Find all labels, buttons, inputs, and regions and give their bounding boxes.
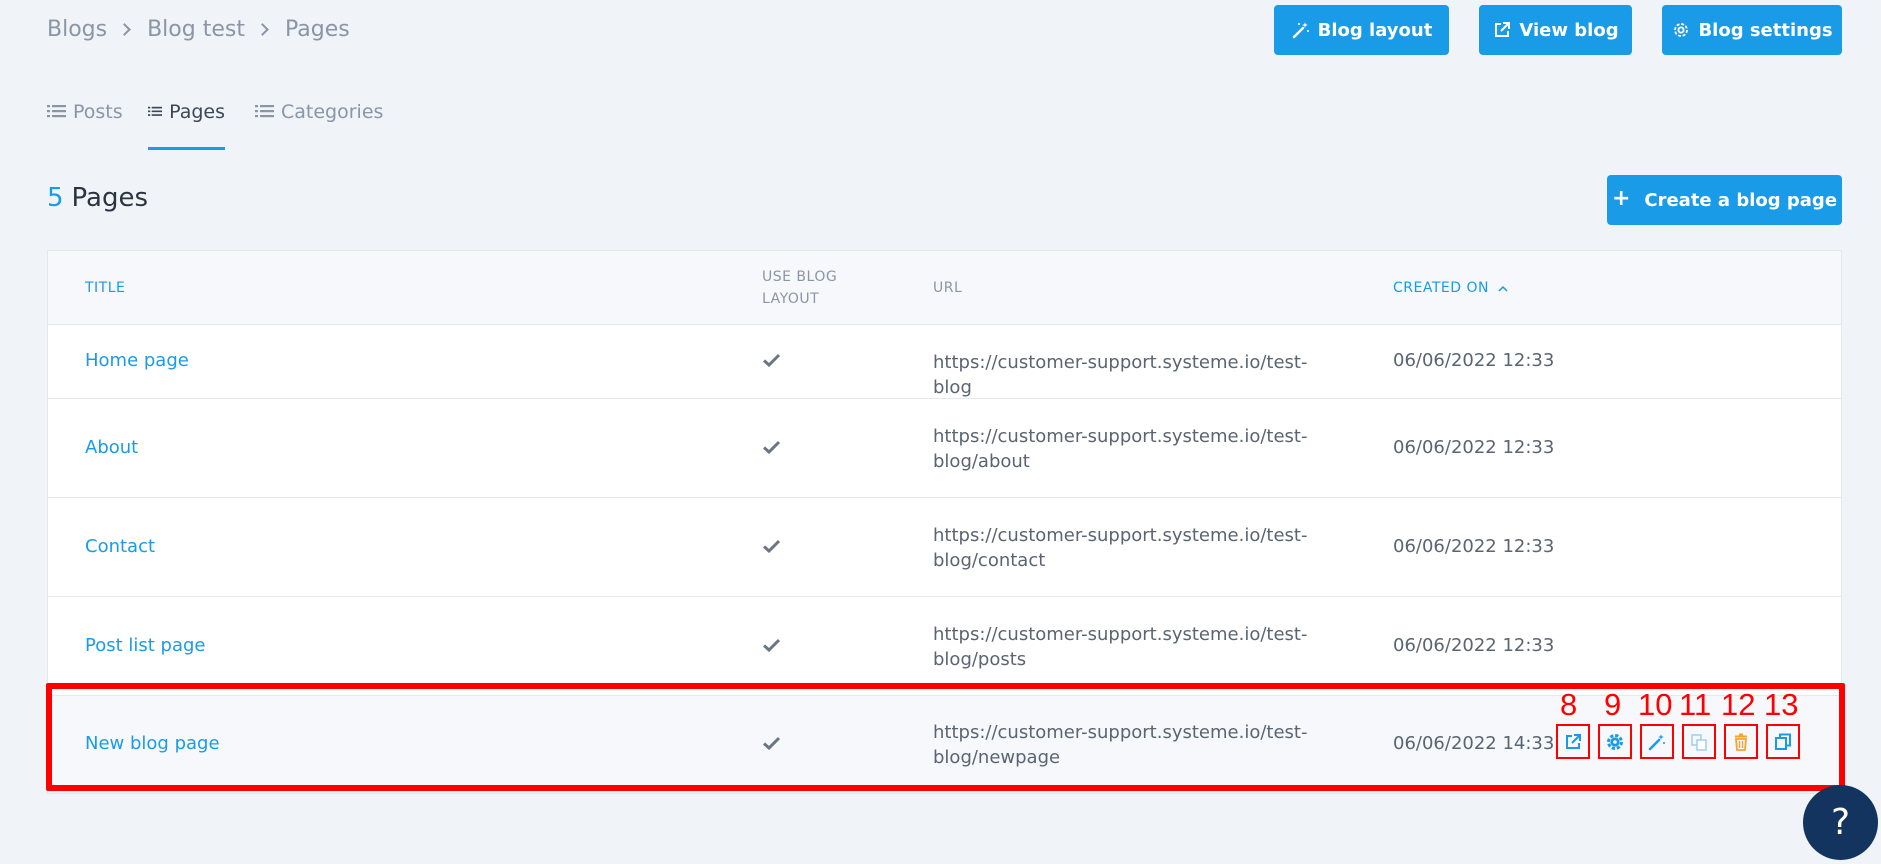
delete-page-button[interactable] <box>1724 724 1758 759</box>
copy-page-button[interactable] <box>1682 724 1716 759</box>
page-count: 5 <box>47 183 64 213</box>
row-created-on: 06/06/2022 14:33 <box>1393 733 1555 754</box>
table-row[interactable]: Contact https://customer-support.systeme… <box>48 498 1841 597</box>
row-url-line2: blog/posts <box>933 649 1027 670</box>
row-title-link[interactable]: New blog page <box>85 733 220 754</box>
checkmark-icon <box>762 537 781 558</box>
column-title[interactable]: TITLE <box>85 277 125 299</box>
breadcrumb: Blogs Blog test Pages <box>47 17 350 42</box>
marker-label: 12 <box>1721 687 1756 722</box>
external-link-icon <box>1495 22 1511 37</box>
column-use-blog-layout-line2: LAYOUT <box>762 291 820 307</box>
table-row[interactable]: Post list page https://customer-support.… <box>48 597 1841 696</box>
blog-settings-label: Blog settings <box>1698 19 1833 41</box>
magic-wand-icon <box>1648 733 1665 750</box>
table-row[interactable]: About https://customer-support.systeme.i… <box>48 399 1841 498</box>
row-created-on: 06/06/2022 12:33 <box>1393 536 1555 557</box>
marker-label: 9 <box>1604 687 1622 722</box>
row-created-on: 06/06/2022 12:33 <box>1393 350 1555 371</box>
open-page-button[interactable] <box>1556 724 1590 759</box>
chevron-right-icon <box>256 23 269 36</box>
column-use-blog-layout: USE BLOG LAYOUT <box>762 266 837 310</box>
row-title-link[interactable]: Post list page <box>85 635 206 656</box>
row-created-on: 06/06/2022 12:33 <box>1393 437 1555 458</box>
table-row[interactable]: Home page https://customer-support.syste… <box>48 325 1841 399</box>
tab-categories[interactable]: Categories <box>255 98 383 150</box>
help-label: ? <box>1830 802 1851 843</box>
row-url-line2: blog/contact <box>933 550 1046 571</box>
view-blog-label: View blog <box>1519 19 1619 41</box>
row-url: https://customer-support.systeme.io/test… <box>933 350 1313 400</box>
checkmark-icon <box>762 734 781 755</box>
breadcrumb-blog-test[interactable]: Blog test <box>147 17 245 42</box>
row-url-line1: https://customer-support.systeme.io/test… <box>933 352 1308 398</box>
duplicate-icon <box>1775 733 1791 750</box>
row-title-link[interactable]: Contact <box>85 536 155 557</box>
plus-icon: + <box>1611 186 1631 211</box>
external-link-icon <box>1566 733 1581 749</box>
list-icon <box>255 105 274 118</box>
checkmark-icon <box>762 438 781 459</box>
list-icon <box>148 106 163 116</box>
marker-label: 8 <box>1560 687 1578 722</box>
page-title-label: Pages <box>71 183 149 213</box>
view-blog-button[interactable]: View blog <box>1479 5 1632 55</box>
blog-settings-button[interactable]: Blog settings <box>1662 5 1842 55</box>
help-button[interactable]: ? <box>1803 785 1878 860</box>
column-url: URL <box>933 280 963 296</box>
marker-label: 13 <box>1764 687 1799 722</box>
tab-posts[interactable]: Posts <box>47 98 123 150</box>
row-created-on: 06/06/2022 12:33 <box>1393 635 1555 656</box>
table-header: TITLE USE BLOG LAYOUT URL CREATED ON <box>48 251 1841 325</box>
row-url: https://customer-support.systeme.io/test… <box>933 424 1313 474</box>
row-url: https://customer-support.systeme.io/test… <box>933 622 1313 672</box>
marker-label: 11 <box>1679 687 1712 722</box>
row-url-line1: https://customer-support.systeme.io/test… <box>933 525 1308 546</box>
list-icon <box>47 105 66 118</box>
tab-pages-label: Pages <box>169 101 225 123</box>
create-blog-page-label: Create a blog page <box>1644 189 1838 211</box>
column-created-on-label: CREATED ON <box>1393 280 1489 296</box>
row-url: https://customer-support.systeme.io/test… <box>933 720 1313 770</box>
page-title: 5 Pages <box>47 183 148 213</box>
marker-label: 10 <box>1638 687 1673 722</box>
column-use-blog-layout-line1: USE BLOG <box>762 269 838 285</box>
breadcrumb-pages: Pages <box>284 17 350 42</box>
row-url: https://customer-support.systeme.io/test… <box>933 523 1313 573</box>
row-url-line1: https://customer-support.systeme.io/test… <box>933 722 1308 743</box>
row-url-line2: blog/about <box>933 451 1030 472</box>
page-settings-button[interactable] <box>1598 724 1632 759</box>
gear-icon <box>1607 733 1623 750</box>
chevron-right-icon <box>118 23 131 36</box>
row-title-link[interactable]: About <box>85 437 138 458</box>
magic-wand-icon <box>1292 22 1309 39</box>
edit-page-button[interactable] <box>1640 724 1674 759</box>
row-url-line1: https://customer-support.systeme.io/test… <box>933 624 1308 645</box>
tab-pages[interactable]: Pages <box>148 98 225 150</box>
column-created-on[interactable]: CREATED ON <box>1393 277 1508 299</box>
copy-icon <box>1691 733 1707 751</box>
tab-posts-label: Posts <box>73 101 123 123</box>
blog-layout-button[interactable]: Blog layout <box>1274 5 1449 55</box>
checkmark-icon <box>762 351 781 372</box>
gear-icon <box>1674 23 1689 37</box>
row-title-link[interactable]: Home page <box>85 350 189 371</box>
tab-categories-label: Categories <box>281 101 384 123</box>
row-url-line1: https://customer-support.systeme.io/test… <box>933 426 1308 447</box>
create-blog-page-button[interactable]: + Create a blog page <box>1607 175 1842 225</box>
blog-layout-label: Blog layout <box>1317 19 1433 41</box>
checkmark-icon <box>762 636 781 657</box>
trash-icon <box>1735 733 1747 751</box>
breadcrumb-blogs[interactable]: Blogs <box>47 17 107 42</box>
sort-up-icon <box>1498 285 1508 292</box>
row-url-line2: blog/newpage <box>933 747 1061 768</box>
duplicate-page-button[interactable] <box>1766 724 1800 759</box>
